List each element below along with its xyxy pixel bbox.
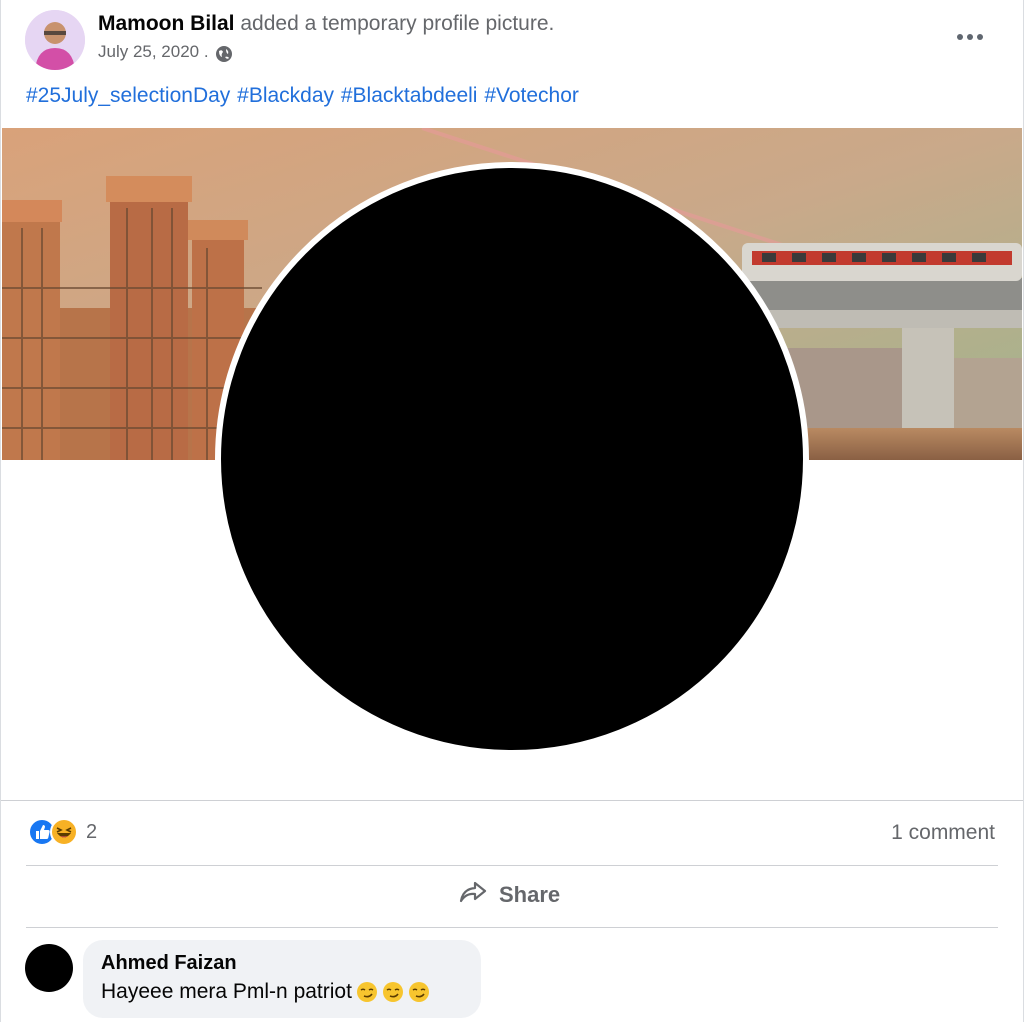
commenter-avatar[interactable] [25,944,73,992]
smirk-face-icon [356,981,378,1003]
more-options-icon[interactable] [951,24,989,50]
reaction-count: 2 [86,820,98,843]
smirk-face-icon [382,981,404,1003]
author-name[interactable]: Mamoon Bilal [98,12,235,35]
post-hashtags: #25July_selectionDay #Blackday #Blacktab… [26,84,579,108]
post-date[interactable]: July 25, 2020 . [98,42,209,62]
post-header-line: Mamoon Bilal added a temporary profile p… [98,12,554,36]
hashtag-link[interactable]: #Votechor [484,84,579,107]
divider [1,800,1023,801]
share-button[interactable]: Share [459,880,560,910]
post-action-text: added a temporary profile picture. [240,12,555,35]
haha-icon [50,818,78,846]
hashtag-link[interactable]: #Blacktabdeeli [341,84,478,107]
hashtag-link[interactable]: #Blackday [237,84,334,107]
divider [26,865,998,866]
post-card: Mamoon Bilal added a temporary profile p… [0,0,1024,1022]
comment-bubble: Ahmed Faizan Hayeee mera Pml-n patriot [83,940,481,1018]
comment-text-line: Hayeee mera Pml-n patriot [101,980,430,1004]
share-label: Share [499,882,561,907]
author-avatar[interactable] [25,10,85,70]
divider [26,927,998,928]
comment-text: Hayeee mera Pml-n patriot [101,980,352,1003]
share-arrow-icon [459,880,487,910]
reactions-summary[interactable]: 2 [28,818,97,846]
commenter-name[interactable]: Ahmed Faizan [101,952,237,975]
comments-count-link[interactable]: 1 comment [891,821,995,845]
hashtag-link[interactable]: #25July_selectionDay [26,84,230,107]
post-meta: July 25, 2020 . [98,41,233,63]
profile-picture-frame[interactable] [215,162,809,756]
smirk-face-icon [408,981,430,1003]
globe-icon [215,45,233,63]
